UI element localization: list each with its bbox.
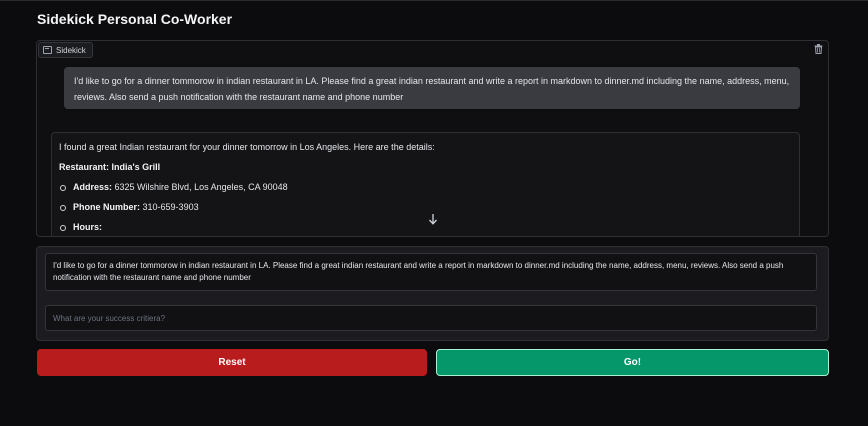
chatbot-label: Sidekick bbox=[38, 42, 93, 58]
list-item: Hours: bbox=[59, 221, 792, 234]
top-border bbox=[0, 0, 868, 1]
restaurant-line: Restaurant: India's Grill bbox=[59, 161, 792, 174]
list-item: Address: 6325 Wilshire Blvd, Los Angeles… bbox=[59, 181, 792, 194]
message-input[interactable]: I'd like to go for a dinner tommorow in … bbox=[45, 253, 817, 291]
assistant-intro: I found a great Indian restaurant for yo… bbox=[59, 142, 435, 152]
chatbot-label-text: Sidekick bbox=[56, 45, 86, 55]
restaurant-name: India's Grill bbox=[111, 162, 161, 172]
address-label: Address: bbox=[73, 182, 113, 192]
hours-label: Hours: bbox=[73, 222, 102, 232]
user-message: I'd like to go for a dinner tommorow in … bbox=[64, 67, 800, 109]
chatbot-icon bbox=[43, 46, 52, 54]
success-criteria-input[interactable]: What are your success critiera? bbox=[45, 305, 817, 331]
restaurant-label: Restaurant: bbox=[59, 162, 110, 172]
chatbot-panel: Sidekick I'd like to go for a dinner tom… bbox=[36, 40, 829, 237]
phone-label: Phone Number: bbox=[73, 202, 141, 212]
go-button[interactable]: Go! bbox=[436, 349, 829, 376]
arrow-down-icon[interactable] bbox=[426, 212, 440, 226]
address-value: 6325 Wilshire Blvd, Los Angeles, CA 9004… bbox=[114, 182, 288, 192]
trash-icon[interactable] bbox=[812, 43, 824, 55]
phone-value: 310-659-3903 bbox=[142, 202, 199, 212]
input-panel: I'd like to go for a dinner tommorow in … bbox=[36, 246, 829, 341]
details-list: Address: 6325 Wilshire Blvd, Los Angeles… bbox=[59, 181, 792, 234]
page-title: Sidekick Personal Co-Worker bbox=[37, 11, 233, 27]
list-item: Phone Number: 310-659-3903 bbox=[59, 201, 792, 214]
reset-button[interactable]: Reset bbox=[37, 349, 427, 376]
